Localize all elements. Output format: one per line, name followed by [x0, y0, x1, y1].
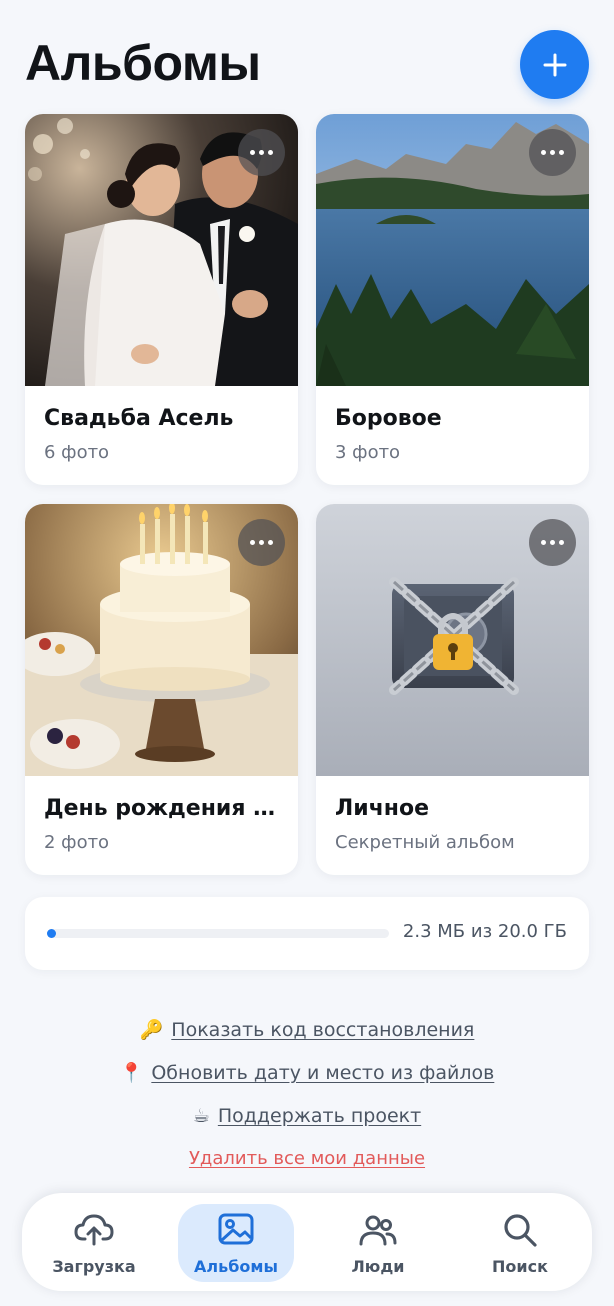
storage-text: 2.3 МБ из 20.0 ГБ [402, 921, 567, 942]
more-options-button[interactable] [529, 129, 576, 176]
support-project-link[interactable]: ☕ Поддержать проект [0, 1101, 614, 1144]
image-icon [218, 1213, 254, 1245]
update-date-location-link[interactable]: 📍 Обновить дату и место из файлов [0, 1058, 614, 1101]
album-card[interactable]: Боровое 3 фото [316, 114, 589, 485]
album-name: Личное [335, 796, 430, 821]
album-card[interactable]: Личное Секретный альбом [316, 504, 589, 875]
more-dots-icon [250, 540, 255, 545]
storage-usage: 2.3 МБ из 20.0 ГБ [25, 897, 589, 970]
link-label: Обновить дату и место из файлов [151, 1062, 495, 1084]
album-name: Боровое [335, 406, 442, 431]
footer-links: 🔑 Показать код восстановления 📍 Обновить д… [0, 1015, 614, 1187]
album-count: 6 фото [44, 442, 110, 463]
tab-label: Поиск [492, 1257, 548, 1276]
tab-label: Загрузка [52, 1257, 136, 1276]
tab-upload[interactable]: Загрузка [36, 1204, 152, 1282]
plus-icon [543, 53, 566, 76]
tab-albums[interactable]: Альбомы [178, 1204, 294, 1282]
bottom-tab-bar: Загрузка Альбомы Люди Поиск [22, 1193, 592, 1291]
show-recovery-code-link[interactable]: 🔑 Показать код восстановления [0, 1015, 614, 1058]
more-options-button[interactable] [238, 519, 285, 566]
link-label: Поддержать проект [217, 1105, 422, 1127]
tab-people[interactable]: Люди [320, 1204, 436, 1282]
tab-label: Люди [351, 1257, 405, 1276]
tab-label: Альбомы [194, 1257, 278, 1276]
page-title: Альбомы [25, 35, 261, 91]
cloud-upload-icon [74, 1214, 114, 1246]
add-album-button[interactable] [520, 30, 589, 99]
storage-progress-bar [47, 929, 389, 938]
more-dots-icon [250, 150, 255, 155]
link-label: Показать код восстановления [171, 1019, 475, 1041]
album-count: 2 фото [44, 832, 110, 853]
album-count: Секретный альбом [335, 832, 515, 853]
tab-search[interactable]: Поиск [462, 1204, 578, 1282]
album-name: Свадьба Асель [44, 406, 234, 431]
storage-progress-fill [47, 929, 56, 938]
more-dots-icon [541, 540, 546, 545]
people-icon [359, 1215, 397, 1246]
pin-icon: 📍 [119, 1062, 144, 1084]
header: Альбомы [25, 30, 589, 100]
delete-all-data-link[interactable]: Удалить все мои данные [0, 1144, 614, 1187]
album-count: 3 фото [335, 442, 401, 463]
more-dots-icon [541, 150, 546, 155]
more-options-button[interactable] [529, 519, 576, 566]
album-name: День рождения мамы [44, 796, 282, 821]
more-options-button[interactable] [238, 129, 285, 176]
album-card[interactable]: Свадьба Асель 6 фото [25, 114, 298, 485]
search-icon [504, 1214, 537, 1247]
coffee-icon: ☕ [192, 1105, 210, 1127]
key-icon: 🔑 [139, 1019, 164, 1041]
album-card[interactable]: День рождения мамы 2 фото [25, 504, 298, 875]
